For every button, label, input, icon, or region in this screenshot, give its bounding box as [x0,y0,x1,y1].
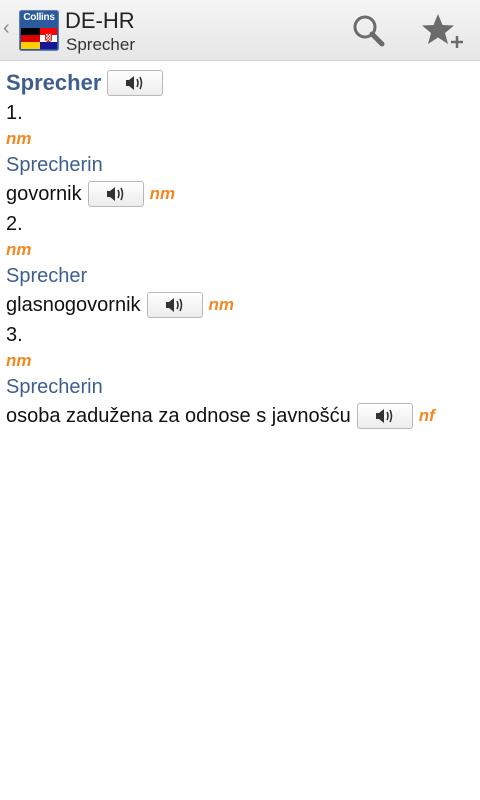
speaker-icon [165,298,182,312]
sense-3-translation-row: osoba zadužena za odnose s javnošću nf [6,403,435,429]
sense-2-source-row: Sprecher [6,265,87,288]
translation-part-of-speech: nm [149,184,176,203]
sense-number: 2. [6,213,23,235]
sense-number: 1. [6,102,23,124]
part-of-speech: nm [6,351,32,370]
translation: glasnogovornik [6,293,141,316]
croatian-flag-icon [40,28,57,49]
sense-3-number-row: 3. [6,324,23,347]
sense-1-number-row: 1. [6,102,23,125]
sense-2-translation-row: glasnogovornik nm [6,292,234,318]
sense-1-pos-row: nm [6,129,32,149]
part-of-speech: nm [6,129,32,148]
add-favorite-button[interactable] [418,8,464,54]
speaker-icon [375,409,392,423]
sense-1-translation-row: govornik nm [6,181,175,207]
pronounce-button[interactable] [146,292,203,318]
logo-text: Collins [23,12,55,23]
collins-logo-icon[interactable]: Collins [19,10,59,51]
speaker-icon [106,187,123,201]
pronounce-button[interactable] [87,181,144,207]
part-of-speech: nm [6,240,32,259]
pronounce-button[interactable] [356,403,413,429]
sense-1-source-row: Sprecherin [6,154,103,177]
app-screen: ‹ Collins DE-HR Sprecher Sprecher 1. nm … [0,0,480,800]
sense-2-number-row: 2. [6,213,23,236]
source-word-link[interactable]: Sprecherin [6,376,103,399]
sense-2-pos-row: nm [6,240,32,260]
headword: Sprecher [6,70,102,95]
headword-row: Sprecher [6,70,164,96]
sense-number: 3. [6,324,23,346]
star-add-icon [422,14,463,48]
german-flag-icon [21,28,40,49]
source-word-link[interactable]: Sprecher [6,265,87,288]
dictionary-title: DE-HR [65,8,135,33]
chevron-left-icon[interactable]: ‹ [3,18,10,38]
translation: govornik [6,182,82,205]
search-icon [353,15,385,47]
translation-part-of-speech: nf [418,406,435,425]
search-button[interactable] [346,8,392,54]
pronounce-button[interactable] [107,70,164,96]
translation: osoba zadužena za odnose s javnošću [6,404,351,427]
sense-3-source-row: Sprecherin [6,376,103,399]
sense-3-pos-row: nm [6,351,32,371]
current-word-subtitle: Sprecher [66,35,135,54]
translation-part-of-speech: nm [208,295,235,314]
action-bar: ‹ Collins DE-HR Sprecher [0,0,480,61]
speaker-icon [126,76,143,90]
source-word-link[interactable]: Sprecherin [6,154,103,177]
